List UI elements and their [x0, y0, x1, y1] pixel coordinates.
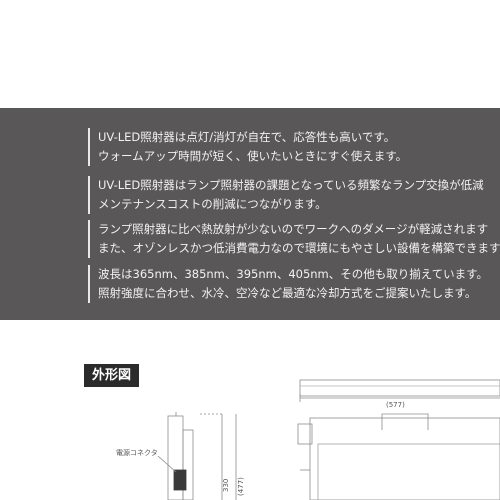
- front-view-top-bar: [299, 379, 500, 397]
- front-view-window: [317, 443, 500, 500]
- outline-drawing: 電源コネクタ (577) 330 (477): [116, 379, 500, 500]
- dim-height-label: 330: [222, 479, 230, 492]
- connector-label: 電源コネクタ: [116, 448, 158, 457]
- front-view-body: [309, 417, 500, 500]
- dim-width-label: (577): [386, 401, 405, 409]
- connector-block: [173, 469, 187, 491]
- front-view: [297, 379, 500, 500]
- handle-icon: [381, 413, 429, 430]
- connector-leader: [157, 455, 177, 473]
- dim-height-total-label: (477): [237, 477, 245, 496]
